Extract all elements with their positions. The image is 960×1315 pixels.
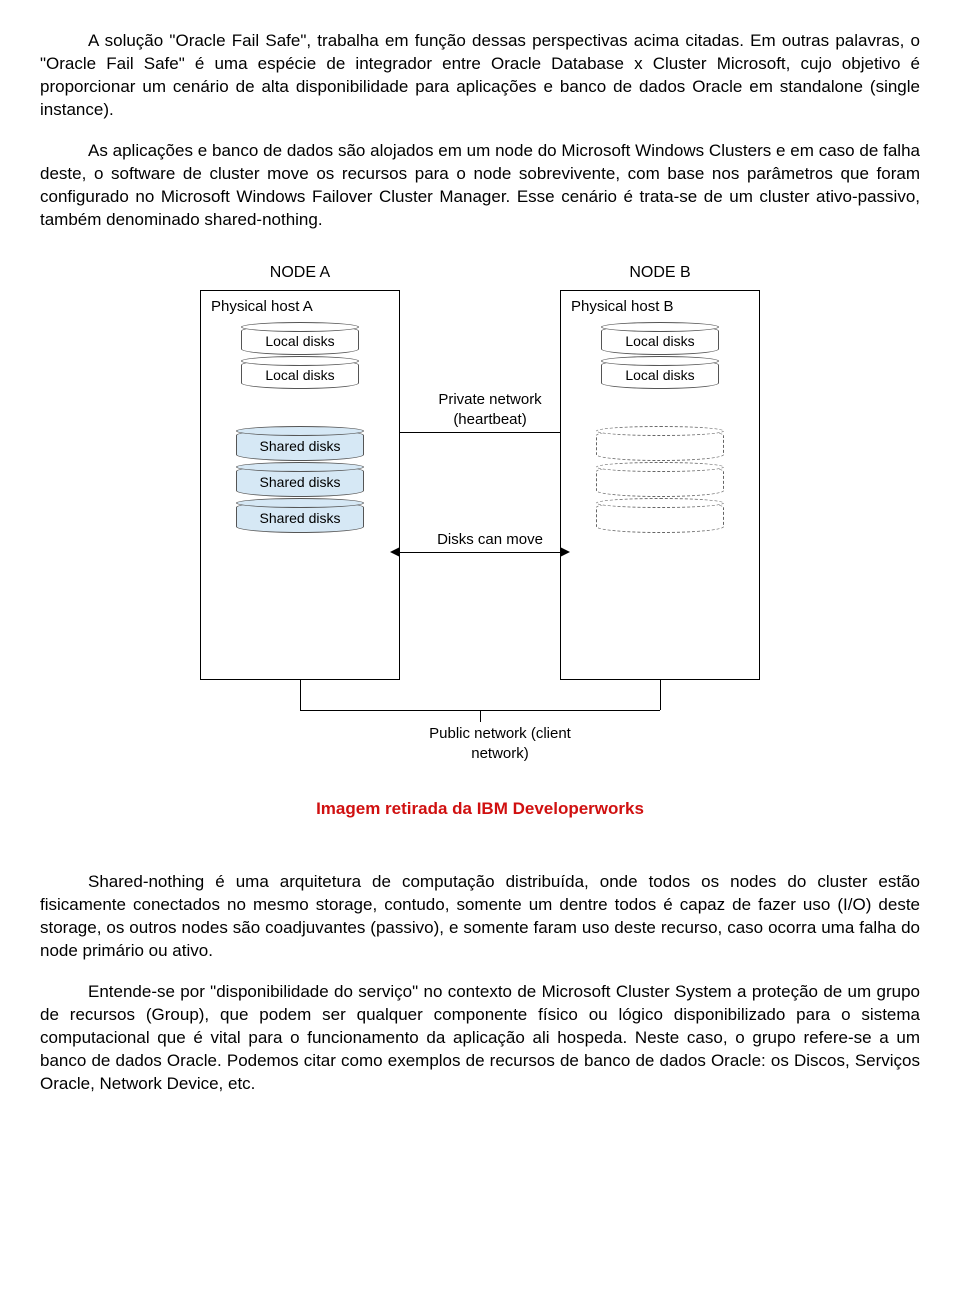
- paragraph-1: A solução "Oracle Fail Safe", trabalha e…: [40, 30, 920, 122]
- disks-move-label: Disks can move: [410, 530, 570, 550]
- connector-line: [480, 710, 481, 722]
- host-a-box: Physical host A Local disks Local disks …: [200, 290, 400, 680]
- private-network-label: Private network (heartbeat): [410, 390, 570, 431]
- shared-disk-icon: Shared disks: [236, 429, 364, 461]
- host-b-box: Physical host B Local disks Local disks: [560, 290, 760, 680]
- connector-line: [300, 680, 301, 710]
- node-b-label: NODE B: [560, 262, 760, 284]
- host-a-title: Physical host A: [211, 297, 389, 317]
- disks-move-line: [400, 552, 560, 553]
- connector-line: [660, 680, 661, 710]
- local-disk-icon: Local disks: [601, 359, 719, 389]
- arrow-right-icon: [560, 547, 570, 557]
- diagram-container: NODE A NODE B Physical host A Local disk…: [40, 262, 920, 789]
- node-a-label: NODE A: [200, 262, 400, 284]
- dashed-disk-icon: [596, 465, 724, 497]
- paragraph-4: Entende-se por "disponibilidade do servi…: [40, 981, 920, 1096]
- arrow-left-icon: [390, 547, 400, 557]
- host-b-title: Physical host B: [571, 297, 749, 317]
- paragraph-3: Shared-nothing é uma arquitetura de comp…: [40, 871, 920, 963]
- local-disk-icon: Local disks: [241, 325, 359, 355]
- dashed-disk-icon: [596, 501, 724, 533]
- image-caption: Imagem retirada da IBM Developerworks: [40, 798, 920, 821]
- shared-disk-icon: Shared disks: [236, 465, 364, 497]
- local-disk-icon: Local disks: [241, 359, 359, 389]
- local-disk-icon: Local disks: [601, 325, 719, 355]
- public-network-label: Public network (client network): [410, 724, 590, 765]
- private-network-line: [400, 432, 560, 433]
- dashed-disk-icon: [596, 429, 724, 461]
- paragraph-2: As aplicações e banco de dados são aloja…: [40, 140, 920, 232]
- shared-disk-icon: Shared disks: [236, 501, 364, 533]
- cluster-diagram: NODE A NODE B Physical host A Local disk…: [160, 262, 800, 782]
